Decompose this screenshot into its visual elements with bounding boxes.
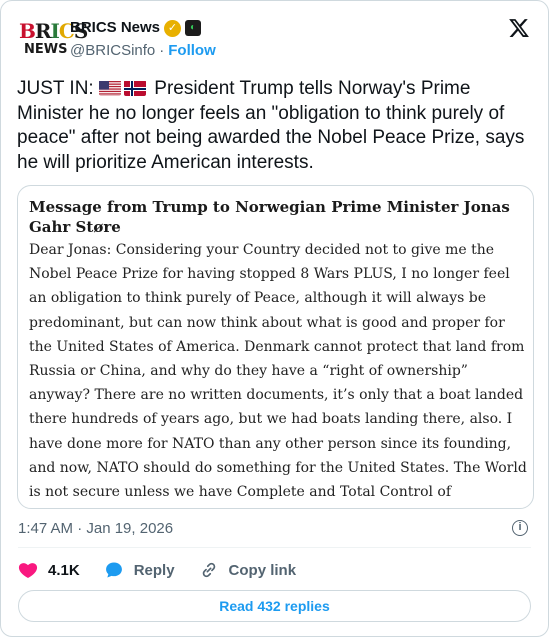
display-name[interactable]: BRICS News ✓ ◐ bbox=[70, 18, 202, 38]
link-icon bbox=[202, 562, 215, 578]
handle[interactable]: @BRICSinfo bbox=[70, 42, 155, 59]
read-replies-button[interactable]: Read 432 replies bbox=[18, 590, 531, 622]
tweet-body: President Trump tells Norway's Prime Min… bbox=[17, 78, 525, 173]
us-flag-icon bbox=[99, 80, 121, 96]
follow-button[interactable]: Follow bbox=[168, 42, 216, 59]
like-button[interactable]: 4.1K bbox=[18, 560, 80, 580]
copy-link-button[interactable]: Copy link bbox=[199, 560, 297, 580]
media-body: Dear Jonas: Considering your Country dec… bbox=[29, 242, 527, 501]
tweet-prefix: JUST IN: bbox=[17, 78, 94, 99]
info-icon[interactable]: i bbox=[512, 520, 528, 536]
affiliate-badge-icon[interactable]: ◐ bbox=[185, 20, 202, 36]
timestamp[interactable]: 1:47 AM · Jan 19, 2026 bbox=[18, 519, 173, 539]
heart-icon bbox=[18, 563, 38, 578]
divider bbox=[18, 547, 531, 548]
like-count: 4.1K bbox=[48, 561, 80, 579]
norway-flag-icon bbox=[124, 80, 146, 96]
avatar-logo-subtext: NEWS bbox=[24, 42, 68, 57]
reply-bubble-icon bbox=[105, 562, 122, 578]
verified-badge-icon: ✓ bbox=[164, 19, 182, 37]
copy-link-label: Copy link bbox=[228, 561, 297, 579]
tweet-card: BRICS NEWS BRICS News ✓ ◐ @BRICSinfo · Fol… bbox=[0, 0, 549, 637]
display-name-text[interactable]: BRICS News bbox=[70, 18, 160, 38]
action-bar: 4.1K Reply Copy link bbox=[18, 560, 320, 580]
reply-label: Reply bbox=[133, 561, 175, 579]
avatar[interactable]: BRICS NEWS bbox=[17, 16, 88, 64]
reply-button[interactable]: Reply bbox=[104, 560, 175, 580]
x-logo-icon[interactable] bbox=[508, 17, 530, 39]
separator: · bbox=[159, 42, 165, 59]
media-image[interactable]: Message from Trump to Norwegian Prime Mi… bbox=[17, 185, 534, 509]
tweet-text: JUST IN: President Trump tells Norway's … bbox=[17, 77, 537, 175]
handle-row: @BRICSinfo · Follow bbox=[70, 41, 216, 61]
media-title: Message from Trump to Norwegian Prime Mi… bbox=[29, 198, 510, 236]
